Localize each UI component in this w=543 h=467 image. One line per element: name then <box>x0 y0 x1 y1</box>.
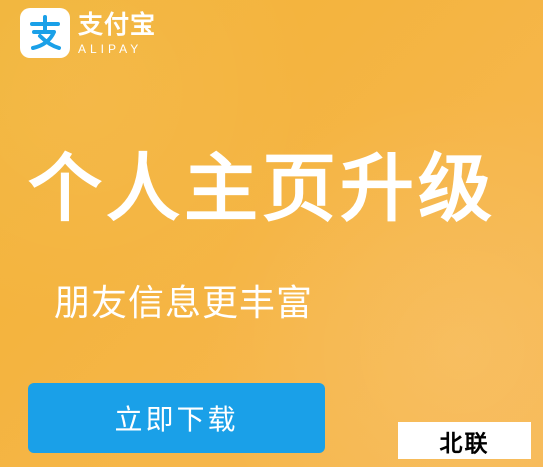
brand-name-en: ALIPAY <box>78 41 143 56</box>
brand-name-cn: 支付宝 <box>78 9 157 39</box>
logo-wordmark: 支付宝 ALIPAY <box>78 12 156 55</box>
alipay-logo-icon <box>20 8 70 58</box>
download-now-button[interactable]: 立即下载 <box>28 383 325 453</box>
alipay-logo: 支付宝 ALIPAY <box>20 8 156 58</box>
alipay-glyph-icon <box>30 15 61 50</box>
hero-headline: 个人主页升级 <box>28 146 496 232</box>
hero-subheadline: 朋友信息更丰富 <box>54 283 314 324</box>
watermark-badge: 北联 <box>398 422 531 459</box>
